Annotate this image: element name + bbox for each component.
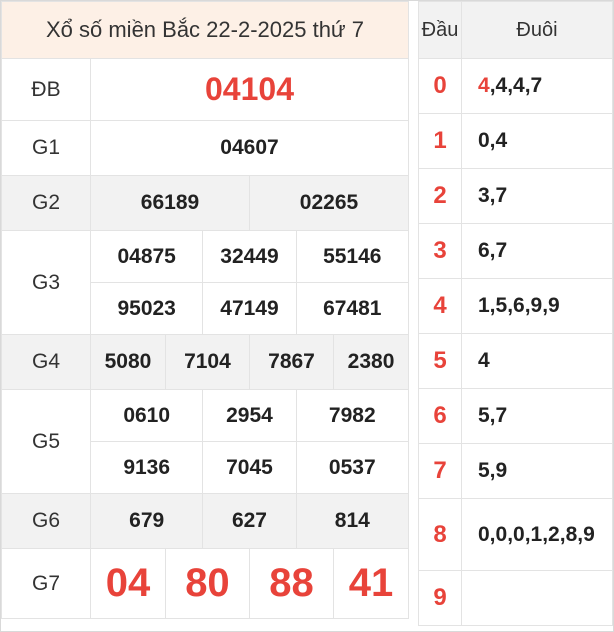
g5-number: 0610 <box>89 389 204 442</box>
g6-number: 814 <box>295 493 410 549</box>
g4-number: 2380 <box>333 334 409 390</box>
g3-number: 55146 <box>295 230 410 283</box>
g5-number: 0537 <box>295 441 410 494</box>
g4-number: 7867 <box>248 334 335 390</box>
g3-number: 67481 <box>295 282 410 335</box>
g6-number: 679 <box>89 493 204 549</box>
duoi-header: Đuôi <box>461 1 613 59</box>
g2-number: 02265 <box>248 175 410 231</box>
prize-label-g3: G3 <box>1 230 91 335</box>
prize-label-g1: G1 <box>1 120 91 176</box>
duoi-highlight: 4 <box>478 74 490 97</box>
g1-number: 04607 <box>90 120 409 176</box>
g5-number: 2954 <box>202 389 297 442</box>
g5-number: 7982 <box>295 389 410 442</box>
special-prize-number: 04104 <box>90 58 409 121</box>
duoi-values: 5,7 <box>461 388 613 444</box>
g5-number: 7045 <box>202 441 297 494</box>
g4-number: 5080 <box>90 334 166 390</box>
page-title: Xổ số miền Bắc 22-2-2025 thứ 7 <box>1 1 409 59</box>
dau-digit: 7 <box>418 443 462 499</box>
g3-number: 95023 <box>89 282 204 335</box>
g5-number: 9136 <box>89 441 204 494</box>
g4-number: 7104 <box>164 334 250 390</box>
g7-number: 04 <box>90 548 166 619</box>
duoi-values: 5,9 <box>461 443 613 499</box>
prize-label-g6: G6 <box>1 493 91 549</box>
dau-header: Đầu <box>418 1 462 59</box>
duoi-values: 0,4 <box>461 113 613 169</box>
g6-number: 627 <box>202 493 297 549</box>
duoi-values <box>461 570 613 626</box>
results-table: Xổ số miền Bắc 22-2-2025 thứ 7 ĐB 04104 … <box>1 1 410 619</box>
dau-digit: 2 <box>418 168 462 224</box>
duoi-rest: ,4,4,7 <box>489 74 543 97</box>
duoi-values: 4 <box>461 333 613 389</box>
dau-digit: 9 <box>418 570 462 626</box>
duoi-values: 4,4,4,7 <box>461 58 613 114</box>
dau-digit: 4 <box>418 278 462 334</box>
dau-digit: 8 <box>418 498 462 571</box>
dau-digit: 5 <box>418 333 462 389</box>
prize-label-g2: G2 <box>1 175 91 231</box>
dau-digit: 1 <box>418 113 462 169</box>
duoi-values: 6,7 <box>461 223 613 279</box>
dau-digit: 0 <box>418 58 462 114</box>
dau-digit: 3 <box>418 223 462 279</box>
g3-number: 04875 <box>89 230 204 283</box>
prize-label-g4: G4 <box>1 334 91 390</box>
g3-number: 32449 <box>202 230 297 283</box>
prize-label-db: ĐB <box>1 58 91 121</box>
g2-number: 66189 <box>90 175 250 231</box>
g7-number: 41 <box>333 548 409 619</box>
duoi-values: 1,5,6,9,9 <box>461 278 613 334</box>
duoi-values: 0,0,0,1,2,8,9 <box>461 498 613 571</box>
prize-label-g5: G5 <box>1 389 91 494</box>
g7-number: 80 <box>164 548 250 619</box>
g3-number: 47149 <box>202 282 297 335</box>
dau-digit: 6 <box>418 388 462 444</box>
prize-label-g7: G7 <box>1 548 91 619</box>
duoi-values: 3,7 <box>461 168 613 224</box>
loto-table: Đầu Đuôi 0 4,4,4,7 1 0,4 2 3,7 3 6,7 4 1… <box>418 1 613 626</box>
g7-number: 88 <box>248 548 335 619</box>
